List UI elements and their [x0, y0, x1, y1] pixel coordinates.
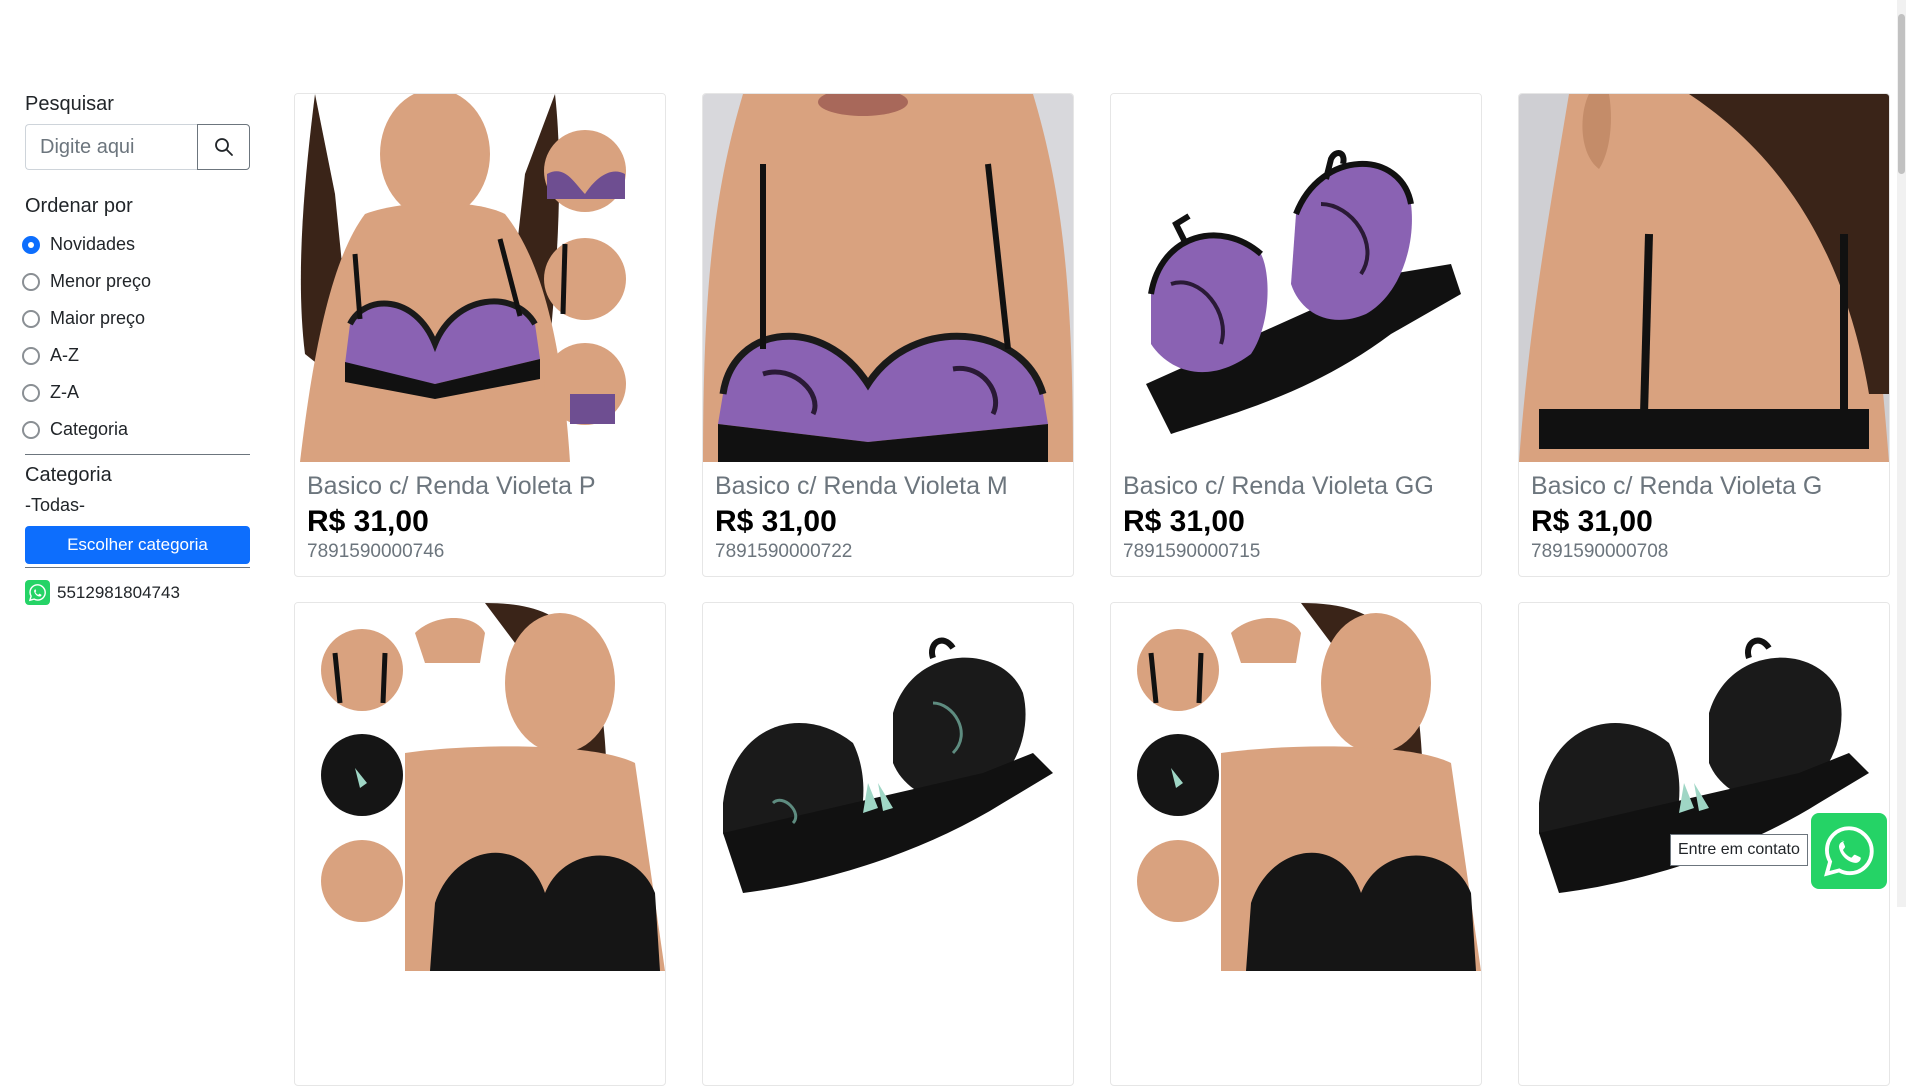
product-code: 7891590000746 — [307, 541, 445, 562]
search-group — [25, 124, 250, 170]
sort-option-label: Categoria — [50, 419, 129, 439]
sort-label: Ordenar por — [25, 195, 133, 217]
radio[interactable] — [22, 272, 40, 291]
product-price: R$ 31,00 — [307, 505, 429, 538]
radio[interactable] — [22, 383, 40, 402]
whatsapp-icon — [1824, 826, 1874, 877]
sort-option-label: Maior preço — [50, 308, 146, 328]
contact-tooltip: Entre em contato — [1670, 834, 1808, 866]
product-image[interactable] — [1519, 94, 1889, 462]
product-name[interactable]: Basico c/ Renda Violeta G — [1531, 472, 1889, 501]
product-image[interactable] — [1519, 603, 1889, 971]
choose-category-button[interactable]: Escolher categoria — [25, 526, 250, 564]
category-label: Categoria — [25, 464, 112, 486]
product-card[interactable] — [702, 602, 1074, 1086]
radio[interactable] — [22, 420, 40, 439]
product-card[interactable] — [1110, 602, 1482, 1086]
divider — [25, 454, 250, 455]
product-price: R$ 31,00 — [1531, 505, 1653, 538]
product-card[interactable]: Basico c/ Renda Violeta M R$ 31,00 78915… — [702, 93, 1074, 577]
sort-option-label: Menor preço — [50, 271, 152, 291]
sort-option-label: A-Z — [50, 345, 79, 365]
product-image[interactable] — [295, 603, 665, 971]
product-name[interactable]: Basico c/ Renda Violeta P — [307, 472, 665, 501]
product-name[interactable]: Basico c/ Renda Violeta M — [715, 472, 1073, 501]
product-code: 7891590000708 — [1531, 541, 1669, 562]
search-label: Pesquisar — [25, 93, 114, 115]
sidebar: Pesquisar Ordenar por Novidades Menor pr… — [22, 92, 250, 605]
product-card[interactable]: Basico c/ Renda Violeta GG R$ 31,00 7891… — [1110, 93, 1482, 577]
scrollbar-thumb[interactable] — [1898, 14, 1905, 174]
whatsapp-icon — [25, 580, 50, 605]
sort-option-label: Novidades — [50, 234, 136, 254]
product-code: 7891590000722 — [715, 541, 853, 562]
search-icon — [214, 138, 233, 156]
product-card[interactable]: Basico c/ Renda Violeta P R$ 31,00 78915… — [294, 93, 666, 577]
sort-option-label: Z-A — [50, 382, 79, 402]
whatsapp-contact[interactable]: 5512981804743 — [25, 580, 250, 605]
product-image[interactable] — [703, 603, 1073, 971]
divider — [25, 567, 250, 568]
product-image[interactable] — [295, 94, 665, 462]
product-image[interactable] — [703, 94, 1073, 462]
radio[interactable] — [22, 346, 40, 365]
product-card[interactable] — [294, 602, 666, 1086]
product-price: R$ 31,00 — [1123, 505, 1245, 538]
sort-option-novidades[interactable]: Novidades — [22, 226, 250, 263]
scrollbar[interactable] — [1897, 0, 1906, 907]
product-card[interactable]: Basico c/ Renda Violeta G R$ 31,00 78915… — [1518, 93, 1890, 577]
whatsapp-number: 5512981804743 — [57, 582, 180, 602]
whatsapp-float-button[interactable] — [1811, 813, 1887, 889]
product-price: R$ 31,00 — [715, 505, 837, 538]
sort-option-z-a[interactable]: Z-A — [22, 374, 250, 411]
product-image[interactable] — [1111, 603, 1481, 971]
sort-option-a-z[interactable]: A-Z — [22, 337, 250, 374]
product-image[interactable] — [1111, 94, 1481, 462]
sort-option-categoria[interactable]: Categoria — [22, 411, 250, 448]
search-button[interactable] — [197, 124, 250, 170]
radio-checked[interactable] — [22, 235, 40, 254]
sort-options: Novidades Menor preço Maior preço A-Z Z-… — [22, 226, 250, 448]
sort-option-menor-preco[interactable]: Menor preço — [22, 263, 250, 300]
radio[interactable] — [22, 309, 40, 328]
sort-option-maior-preco[interactable]: Maior preço — [22, 300, 250, 337]
product-name[interactable]: Basico c/ Renda Violeta GG — [1123, 472, 1481, 501]
product-code: 7891590000715 — [1123, 541, 1261, 562]
category-value: -Todas- — [25, 495, 86, 515]
search-input[interactable] — [25, 124, 197, 170]
